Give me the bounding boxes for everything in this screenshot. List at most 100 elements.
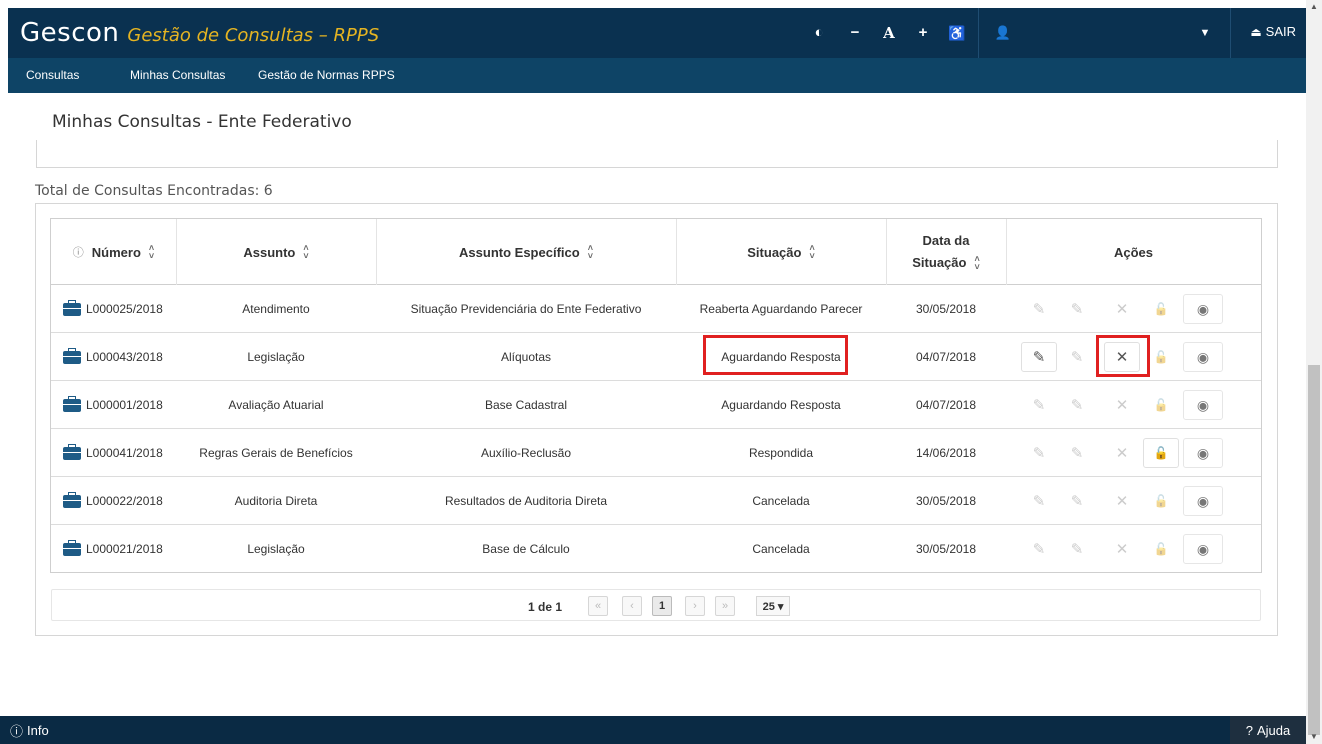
cell-numero[interactable]: L000041/2018	[51, 429, 176, 477]
highlight-situacao	[703, 335, 848, 375]
page-size-select[interactable]: 25 ▾	[756, 596, 790, 616]
edit-alt-icon[interactable]: ✎	[1059, 534, 1095, 564]
prev-page-button[interactable]: ‹	[622, 596, 642, 616]
edit-icon[interactable]: ✎	[1021, 438, 1057, 468]
last-page-button[interactable]: »	[715, 596, 735, 616]
consulta-numero: L000022/2018	[86, 494, 163, 508]
next-page-button[interactable]: ›	[685, 596, 705, 616]
consulta-numero: L000001/2018	[86, 398, 163, 412]
cancel-icon[interactable]: ✕	[1104, 534, 1140, 564]
column-especifico-label: Assunto Específico	[459, 244, 580, 260]
edit-alt-icon[interactable]: ✎	[1059, 342, 1095, 372]
user-icon[interactable]: 👤	[992, 22, 1014, 44]
briefcase-icon	[63, 347, 81, 364]
unlock-icon[interactable]: 🔓	[1143, 294, 1179, 324]
chevron-down-icon[interactable]: ▼	[1194, 22, 1216, 44]
cancel-icon[interactable]: ✕	[1104, 486, 1140, 516]
column-situacao[interactable]: Situação ˄ ˅	[676, 219, 886, 285]
scroll-up-icon[interactable]: ▲	[1306, 0, 1322, 14]
table-header: ⓘ Número ˄ ˅ Assunto ˄ ˅ Assunto Específic…	[51, 219, 1261, 285]
consulta-numero: L000043/2018	[86, 350, 163, 364]
font-default-button[interactable]: A	[878, 22, 900, 44]
cell-numero[interactable]: L000025/2018	[51, 285, 176, 333]
cancel-icon[interactable]: ✕	[1104, 294, 1140, 324]
logout-label: SAIR	[1265, 24, 1296, 39]
wheelchair-icon[interactable]: ♿	[946, 22, 968, 44]
cancel-icon[interactable]: ✕	[1104, 390, 1140, 420]
cell-numero[interactable]: L000043/2018	[51, 333, 176, 381]
logout-button[interactable]: ⏏ SAIR	[1250, 24, 1296, 39]
edit-icon[interactable]: ✎	[1021, 294, 1057, 324]
column-assunto-label: Assunto	[243, 244, 296, 260]
cell-assunto-especifico: Alíquotas	[500, 350, 552, 364]
cell-situacao: Reaberta Aguardando Parecer	[699, 302, 863, 316]
brand-name: Gescon	[20, 18, 120, 48]
view-eye-icon[interactable]: ◉	[1183, 390, 1223, 420]
page-scrollbar[interactable]: ▲ ▼	[1306, 0, 1322, 744]
font-decrease-button[interactable]: −	[844, 22, 866, 44]
help-button[interactable]: ? Ajuda	[1230, 716, 1306, 744]
cell-assunto-especifico: Resultados de Auditoria Direta	[444, 494, 608, 508]
column-numero-label: Número	[91, 244, 141, 260]
column-assunto[interactable]: Assunto ˄ ˅	[176, 219, 376, 285]
cell-assunto: Auditoria Direta	[234, 494, 318, 508]
sort-icon[interactable]: ˄ ˅	[974, 255, 979, 272]
edit-alt-icon[interactable]: ✎	[1059, 486, 1095, 516]
unlock-icon[interactable]: 🔓	[1143, 486, 1179, 516]
edit-icon[interactable]: ✎	[1021, 486, 1057, 516]
cancel-icon[interactable]: ✕	[1104, 438, 1140, 468]
unlock-icon[interactable]: 🔓	[1143, 390, 1179, 420]
cell-data-situacao: 30/05/2018	[915, 494, 977, 508]
brand[interactable]: Gescon Gestão de Consultas – RPPS	[20, 18, 379, 48]
view-eye-icon[interactable]: ◉	[1183, 534, 1223, 564]
sort-icon[interactable]: ˄ ˅	[149, 244, 154, 261]
briefcase-icon	[63, 395, 81, 412]
nav-item-consultas[interactable]: Consultas	[26, 68, 79, 82]
edit-alt-icon[interactable]: ✎	[1059, 294, 1095, 324]
filter-panel	[36, 140, 1278, 168]
info-label: Info	[27, 722, 49, 738]
view-eye-icon[interactable]: ◉	[1183, 438, 1223, 468]
unlock-icon[interactable]: 🔓	[1143, 534, 1179, 564]
edit-icon[interactable]: ✎	[1021, 534, 1057, 564]
info-button[interactable]: ⓘ Info	[0, 716, 70, 744]
briefcase-icon	[63, 443, 81, 460]
table-row: L000001/2018 Avaliação Atuarial Base Cadas…	[51, 381, 1261, 429]
sort-icon[interactable]: ˄ ˅	[809, 244, 814, 261]
unlock-icon[interactable]: 🔓	[1143, 438, 1179, 468]
scroll-down-icon[interactable]: ▼	[1306, 730, 1322, 744]
logout-icon: ⏏	[1250, 24, 1262, 39]
cell-numero[interactable]: L000021/2018	[51, 525, 176, 573]
nav-item-gestao-normas[interactable]: Gestão de Normas RPPS	[258, 68, 395, 82]
view-eye-icon[interactable]: ◉	[1183, 342, 1223, 372]
cell-data-situacao: 04/07/2018	[915, 350, 977, 364]
column-data-situacao[interactable]: Data da Situação ˄ ˅	[886, 219, 1006, 285]
column-data-label-line2: Situação	[912, 255, 967, 270]
sort-icon[interactable]: ˄ ˅	[588, 244, 593, 261]
cell-assunto-especifico: Auxílio-Reclusão	[480, 446, 572, 460]
contrast-icon[interactable]: ◐	[808, 22, 830, 44]
cell-assunto: Avaliação Atuarial	[228, 398, 324, 412]
cell-data-situacao: 30/05/2018	[915, 302, 977, 316]
info-icon: ⓘ	[10, 723, 24, 739]
edit-alt-icon[interactable]: ✎	[1059, 390, 1095, 420]
edit-icon[interactable]: ✎	[1021, 390, 1057, 420]
column-assunto-especifico[interactable]: Assunto Específico ˄ ˅	[376, 219, 676, 285]
edit-icon[interactable]: ✎	[1021, 342, 1057, 372]
header-divider	[1230, 8, 1231, 58]
cell-assunto-especifico: Base Cadastral	[484, 398, 568, 412]
scroll-thumb[interactable]	[1308, 365, 1320, 735]
first-page-button[interactable]: «	[588, 596, 608, 616]
cell-assunto-especifico: Base de Cálculo	[482, 542, 570, 556]
cell-numero[interactable]: L000022/2018	[51, 477, 176, 525]
page-number-button[interactable]: 1	[652, 596, 672, 616]
column-numero[interactable]: ⓘ Número ˄ ˅	[51, 219, 176, 285]
font-increase-button[interactable]: +	[912, 22, 934, 44]
cell-numero[interactable]: L000001/2018	[51, 381, 176, 429]
edit-alt-icon[interactable]: ✎	[1059, 438, 1095, 468]
sort-icon[interactable]: ˄ ˅	[303, 244, 308, 261]
view-eye-icon[interactable]: ◉	[1183, 294, 1223, 324]
brand-subtitle: Gestão de Consultas – RPPS	[127, 25, 380, 46]
nav-item-minhas-consultas[interactable]: Minhas Consultas	[130, 68, 225, 82]
view-eye-icon[interactable]: ◉	[1183, 486, 1223, 516]
